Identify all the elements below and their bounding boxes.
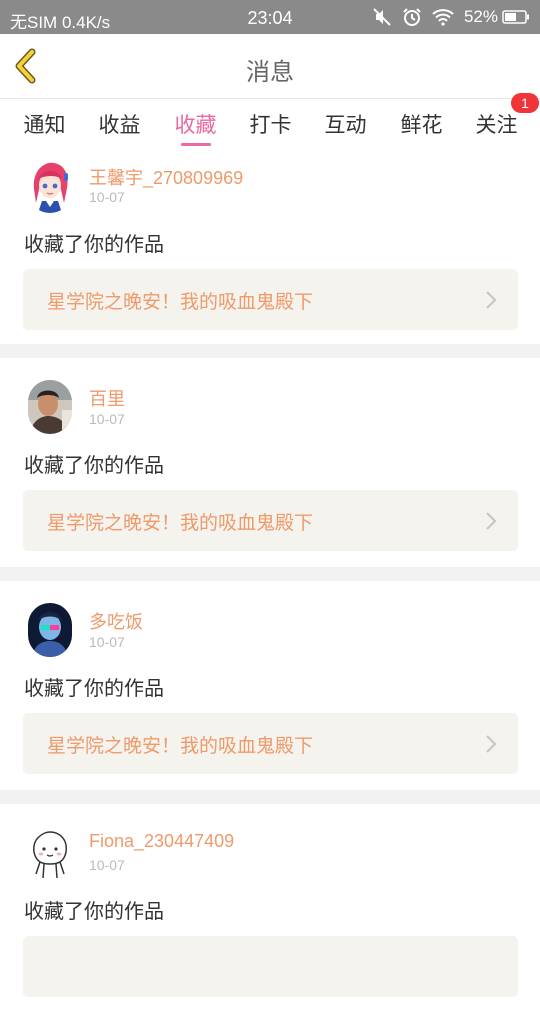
work-link[interactable]: 星学院之晚安！我的吸血鬼殿下 xyxy=(23,269,518,330)
section-divider xyxy=(0,790,540,804)
avatar[interactable] xyxy=(28,159,72,213)
battery-percent: 52% xyxy=(463,7,498,26)
list-item: 王馨宇_270809969 10-07 收藏了你的作品 星学院之晚安！我的吸血鬼… xyxy=(0,151,540,344)
work-title: 星学院之晚安！我的吸血鬼殿下 xyxy=(47,512,314,534)
active-tab-indicator xyxy=(181,143,211,146)
activity-text: 收藏了你的作品 xyxy=(24,676,164,700)
list-item: 多吃饭 10-07 收藏了你的作品 星学院之晚安！我的吸血鬼殿下 xyxy=(0,581,540,790)
alarm-icon xyxy=(402,7,422,27)
username[interactable]: 百里 xyxy=(89,385,125,411)
work-link[interactable]: 星学院之晚安！我的吸血鬼殿下 xyxy=(23,490,518,551)
section-divider xyxy=(0,344,540,358)
section-divider xyxy=(0,567,540,581)
chevron-right-icon xyxy=(486,735,497,753)
list-item: Fiona_230447409 10-07 收藏了你的作品 xyxy=(0,804,540,1013)
anime-girl-avatar-icon xyxy=(28,159,72,213)
username[interactable]: 王馨宇_270809969 xyxy=(89,164,243,190)
tab-bar: 通知 收益 收藏 打卡 互动 鲜花 关注 xyxy=(0,99,540,151)
work-link[interactable]: 星学院之晚安！我的吸血鬼殿下 xyxy=(23,713,518,774)
timestamp: 10-07 xyxy=(89,189,125,205)
timestamp: 10-07 xyxy=(89,411,125,427)
status-bar: 无SIM 0.4K/s 23:04 52% xyxy=(0,0,540,34)
mute-icon xyxy=(372,7,392,27)
cartoon-doodle-avatar-icon xyxy=(28,826,72,880)
work-title: 星学院之晚安！我的吸血鬼殿下 xyxy=(47,735,314,757)
list-item: 百里 10-07 收藏了你的作品 星学院之晚安！我的吸血鬼殿下 xyxy=(0,358,540,567)
timestamp: 10-07 xyxy=(89,857,125,873)
avatar[interactable] xyxy=(28,380,72,434)
neon-portrait-avatar-icon xyxy=(28,603,72,657)
tab-favorites[interactable]: 收藏 xyxy=(158,109,233,139)
favorites-list: 王馨宇_270809969 10-07 收藏了你的作品 星学院之晚安！我的吸血鬼… xyxy=(0,151,540,1013)
tab-notifications[interactable]: 通知 xyxy=(7,109,82,139)
battery-status: 52% xyxy=(464,7,530,27)
work-link[interactable] xyxy=(23,936,518,997)
activity-text: 收藏了你的作品 xyxy=(24,232,164,256)
tab-interactions[interactable]: 互动 xyxy=(308,109,383,139)
follow-unread-badge: 1 xyxy=(511,93,539,113)
timestamp: 10-07 xyxy=(89,634,125,650)
avatar[interactable] xyxy=(28,603,72,657)
chevron-right-icon xyxy=(486,291,497,309)
username[interactable]: 多吃饭 xyxy=(89,608,143,634)
tab-flowers[interactable]: 鲜花 xyxy=(384,109,459,139)
tab-checkin[interactable]: 打卡 xyxy=(233,109,308,139)
tab-follows[interactable]: 关注 xyxy=(459,109,534,139)
app-header: 消息 xyxy=(0,34,540,98)
activity-text: 收藏了你的作品 xyxy=(24,453,164,477)
status-icons: 52% xyxy=(372,6,530,28)
activity-text: 收藏了你的作品 xyxy=(24,899,164,923)
battery-icon xyxy=(502,10,529,24)
username[interactable]: Fiona_230447409 xyxy=(89,831,234,852)
work-title: 星学院之晚安！我的吸血鬼殿下 xyxy=(47,291,314,313)
tab-earnings[interactable]: 收益 xyxy=(82,109,157,139)
page-title: 消息 xyxy=(246,58,294,86)
chevron-right-icon xyxy=(486,512,497,530)
avatar[interactable] xyxy=(28,826,72,880)
wifi-icon xyxy=(432,8,454,26)
photo-avatar-icon xyxy=(28,380,72,434)
